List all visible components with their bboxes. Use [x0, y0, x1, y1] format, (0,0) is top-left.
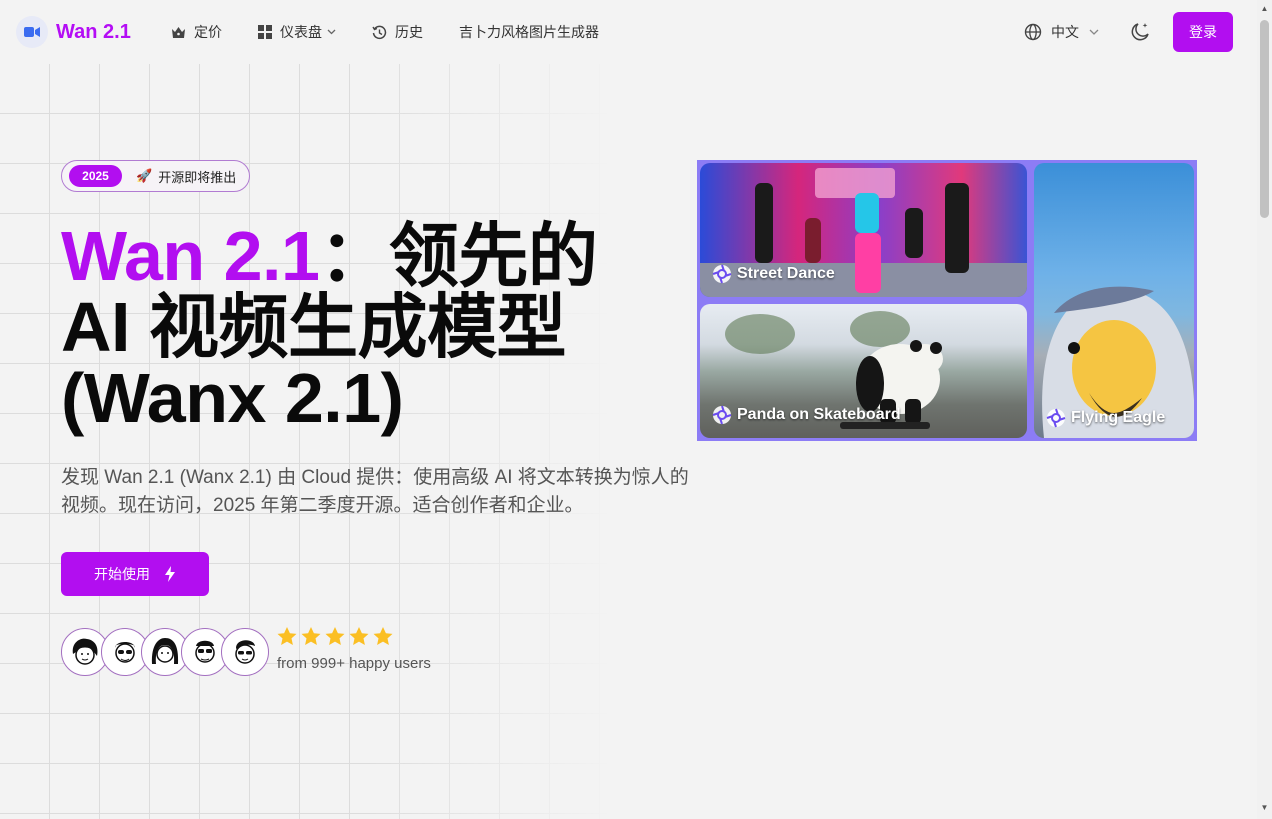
- eagle-thumbnail: [1042, 286, 1194, 438]
- lightning-icon: [165, 566, 175, 582]
- user-avatars: [61, 628, 269, 676]
- aperture-icon: [712, 405, 732, 425]
- nav-pricing-label: 定价: [194, 24, 222, 40]
- login-button[interactable]: 登录: [1173, 12, 1233, 52]
- page-scrollbar[interactable]: ▲ ▼: [1257, 0, 1272, 819]
- hero-description: 发现 Wan 2.1 (Wanx 2.1) 由 Cloud 提供：使用高级 AI…: [61, 467, 689, 516]
- star-icon: [301, 627, 321, 645]
- nav-ghibli-label: 吉卜力风格图片生成器: [459, 24, 599, 40]
- hero-title-accent: Wan 2.1: [61, 217, 320, 295]
- theme-toggle[interactable]: [1129, 21, 1151, 48]
- hero-title: Wan 2.1：领先的 AI 视频生成模型 (Wanx 2.1): [61, 221, 621, 434]
- get-started-button[interactable]: 开始使用: [61, 552, 209, 596]
- nav-dashboard[interactable]: 仪表盘: [258, 22, 336, 42]
- history-icon: [372, 25, 387, 39]
- top-navbar: Wan 2.1 定价 仪表盘 历史 吉卜力风格图片生成器 中文 登录: [0, 0, 1257, 64]
- aperture-icon: [1046, 408, 1066, 428]
- happy-users-text: from 999+ happy users: [277, 655, 431, 672]
- street-dance-label-group: Street Dance: [712, 264, 835, 284]
- announcement-badge: 2025 🚀 开源即将推出: [61, 160, 250, 192]
- eagle-label: Flying Eagle: [1071, 409, 1166, 426]
- video-tile-street-dance[interactable]: Street Dance: [700, 163, 1027, 297]
- avatar: [221, 628, 269, 676]
- panda-label: Panda on Skateboard: [737, 406, 901, 423]
- star-icon: [373, 627, 393, 645]
- rating-stars: [277, 627, 397, 646]
- globe-icon: [1024, 23, 1042, 41]
- scroll-down-arrow-icon[interactable]: ▼: [1260, 803, 1269, 812]
- language-label: 中文: [1051, 24, 1079, 40]
- rocket-icon: 🚀: [136, 168, 153, 183]
- badge-year: 2025: [69, 165, 122, 187]
- video-camera-icon: [16, 16, 48, 48]
- panda-label-group: Panda on Skateboard: [712, 405, 901, 425]
- star-icon: [349, 627, 369, 645]
- brand-logo[interactable]: Wan 2.1: [16, 16, 131, 48]
- chevron-down-icon: [327, 29, 336, 35]
- moon-icon: [1131, 23, 1149, 41]
- nav-history[interactable]: 历史: [372, 22, 423, 42]
- video-tile-panda-skateboard[interactable]: Panda on Skateboard: [700, 304, 1027, 438]
- main-nav: 定价 仪表盘 历史 吉卜力风格图片生成器: [171, 22, 635, 42]
- star-icon: [277, 627, 297, 645]
- crown-icon: [172, 26, 185, 38]
- badge-message: 🚀 开源即将推出: [136, 167, 236, 186]
- badge-text: 开源即将推出: [158, 169, 237, 185]
- nav-history-label: 历史: [395, 24, 423, 40]
- nav-pricing[interactable]: 定价: [171, 22, 222, 42]
- nav-ghibli-generator[interactable]: 吉卜力风格图片生成器: [459, 22, 599, 42]
- chevron-down-icon: [1089, 29, 1099, 35]
- scroll-thumb[interactable]: [1260, 20, 1269, 218]
- video-tile-flying-eagle[interactable]: Flying Eagle: [1034, 163, 1194, 438]
- nav-dashboard-label: 仪表盘: [280, 24, 322, 40]
- scroll-up-arrow-icon[interactable]: ▲: [1260, 4, 1269, 13]
- language-selector[interactable]: 中文: [1024, 22, 1099, 42]
- street-dance-label: Street Dance: [737, 265, 835, 282]
- eagle-label-group: Flying Eagle: [1046, 408, 1165, 428]
- aperture-icon: [712, 264, 732, 284]
- get-started-label: 开始使用: [94, 566, 150, 582]
- star-icon: [325, 627, 345, 645]
- video-showcase: Street Dance Panda on Skateboard Flying …: [697, 160, 1197, 441]
- dashboard-icon: [258, 25, 272, 39]
- brand-name: Wan 2.1: [56, 20, 131, 43]
